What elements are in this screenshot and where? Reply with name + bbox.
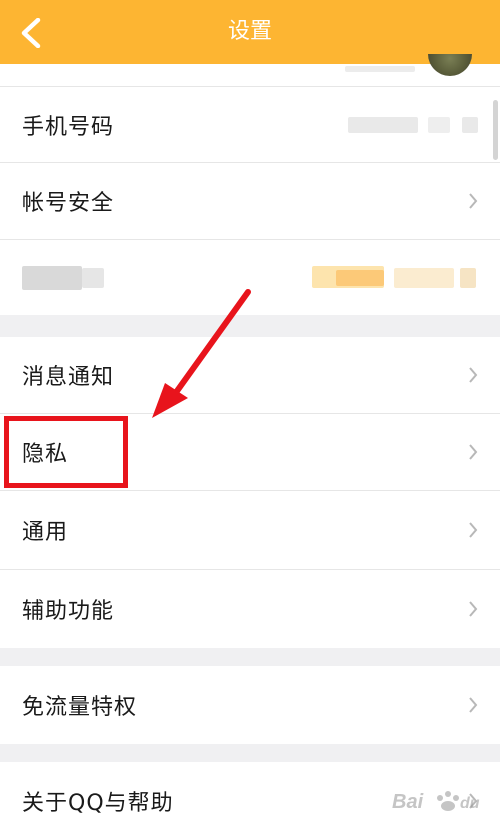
settings-row-account-security[interactable]: 帐号安全 (0, 163, 500, 239)
row-label-accessibility: 辅助功能 (22, 599, 115, 624)
chevron-right-icon (469, 522, 478, 538)
row-label-account-security: 帐号安全 (22, 191, 115, 216)
baidu-paw-logo: Bai du (392, 791, 480, 813)
settings-row-accessibility[interactable]: 辅助功能 (0, 570, 500, 648)
blurred-label (22, 266, 82, 290)
highlight-box (4, 416, 128, 488)
chevron-right-icon (469, 444, 478, 460)
row-label-notifications: 消息通知 (22, 365, 115, 390)
settings-row-general[interactable]: 通用 (0, 491, 500, 569)
row-label-phone: 手机号码 (22, 114, 115, 140)
settings-row-blurred[interactable] (0, 240, 500, 315)
settings-row-data-free[interactable]: 免流量特权 (0, 666, 500, 744)
chevron-right-icon (469, 601, 478, 617)
settings-row-phone[interactable]: 手机号码 (0, 87, 500, 162)
svg-text:Bai: Bai (392, 791, 424, 813)
blurred-phone-value (462, 117, 478, 133)
scrollbar[interactable] (493, 100, 498, 160)
svg-text:du: du (460, 795, 480, 812)
row-label-general: 通用 (22, 520, 69, 545)
blurred-badge (336, 270, 384, 286)
row-label-data-free: 免流量特权 (22, 695, 138, 720)
watermark: Bai du (390, 780, 494, 824)
blurred-phone-value (428, 117, 450, 133)
blurred-value (345, 66, 415, 72)
top-nav-bar: 设置 (0, 0, 500, 64)
chevron-right-icon (469, 193, 478, 209)
blurred-phone-value (348, 117, 418, 133)
blurred-badge (460, 268, 476, 288)
row-label-about-help: 关于QQ与帮助 (22, 791, 174, 816)
blurred-badge (394, 268, 454, 288)
blurred-label (82, 268, 104, 288)
chevron-right-icon (469, 697, 478, 713)
page-title: 设置 (227, 19, 272, 44)
settings-row-notifications[interactable]: 消息通知 (0, 337, 500, 413)
chevron-right-icon (469, 367, 478, 383)
profile-row-partial[interactable] (0, 64, 500, 86)
